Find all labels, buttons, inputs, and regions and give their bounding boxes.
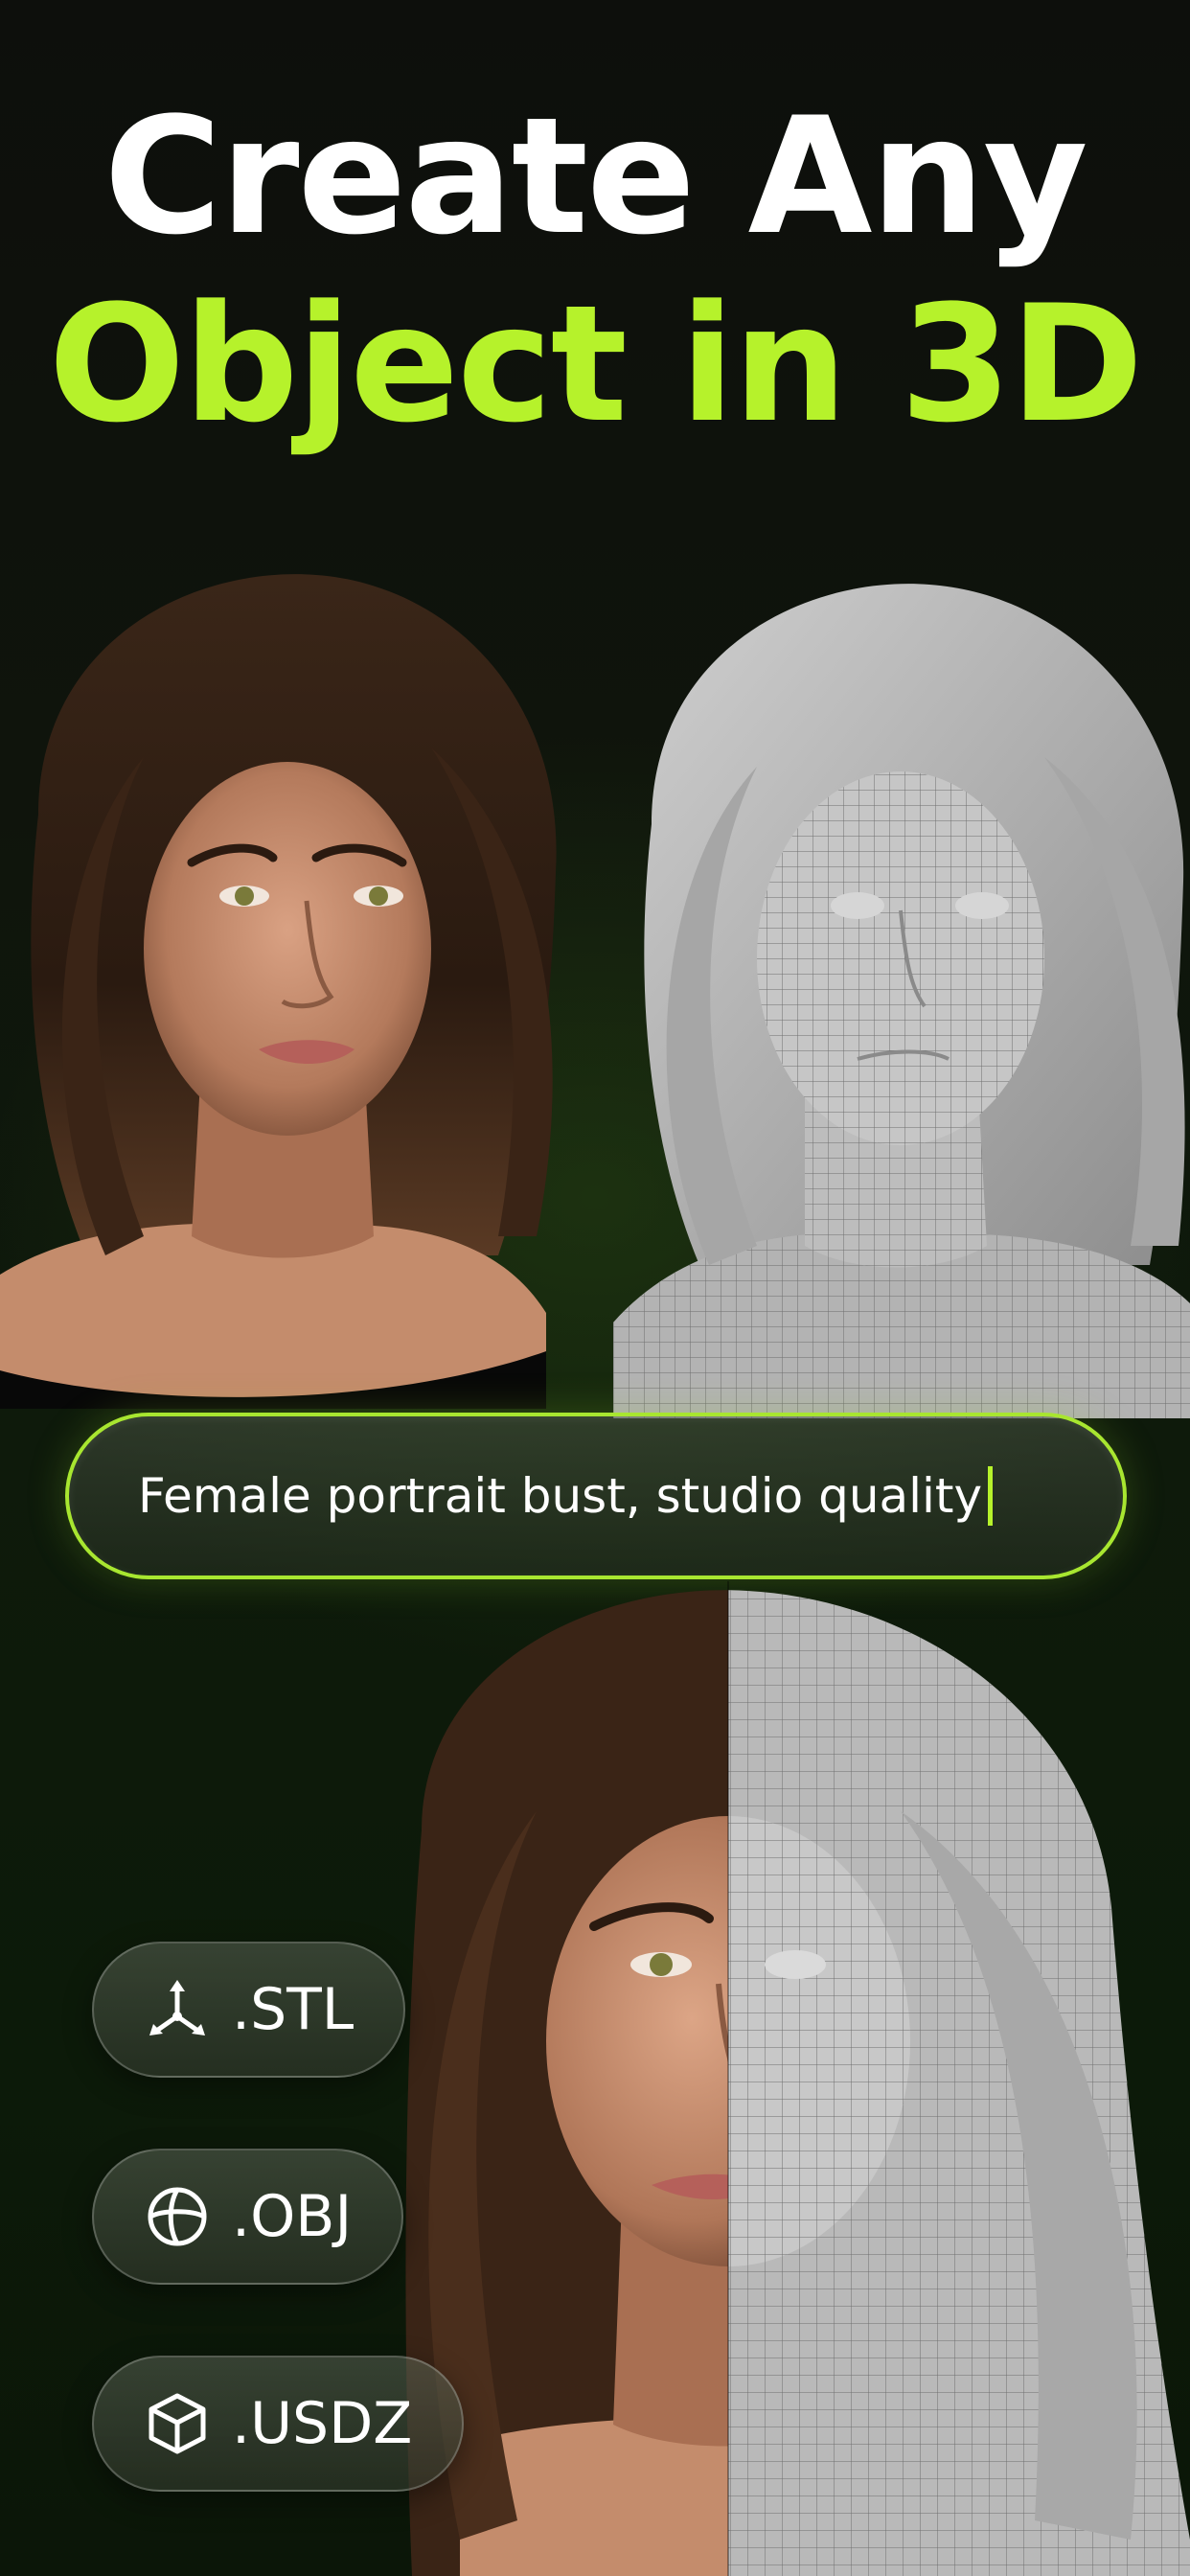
format-button-usdz[interactable]: .USDZ bbox=[92, 2356, 465, 2492]
prompt-input[interactable]: Female portrait bust, studio quality bbox=[65, 1413, 1127, 1579]
headline-line-1: Create Any bbox=[103, 82, 1087, 270]
format-button-obj[interactable]: .OBJ bbox=[92, 2149, 404, 2285]
headline-line-2: Object in 3D bbox=[48, 270, 1143, 458]
split-portrait bbox=[402, 1581, 1190, 2576]
format-label-usdz: .USDZ bbox=[232, 2390, 413, 2457]
sphere-icon bbox=[144, 2183, 211, 2250]
prompt-text: Female portrait bust, studio quality bbox=[138, 1468, 983, 1524]
format-label-stl: .STL bbox=[232, 1976, 355, 2043]
wireframe-bust bbox=[613, 575, 1190, 1418]
portrait-photo bbox=[0, 565, 575, 1409]
format-label-obj: .OBJ bbox=[232, 2183, 353, 2250]
headline: Create Any Object in 3D bbox=[0, 96, 1190, 445]
cube-icon bbox=[144, 2390, 211, 2457]
format-button-stl[interactable]: .STL bbox=[92, 1942, 406, 2078]
axes-icon bbox=[144, 1976, 211, 2043]
text-caret bbox=[988, 1466, 994, 1526]
